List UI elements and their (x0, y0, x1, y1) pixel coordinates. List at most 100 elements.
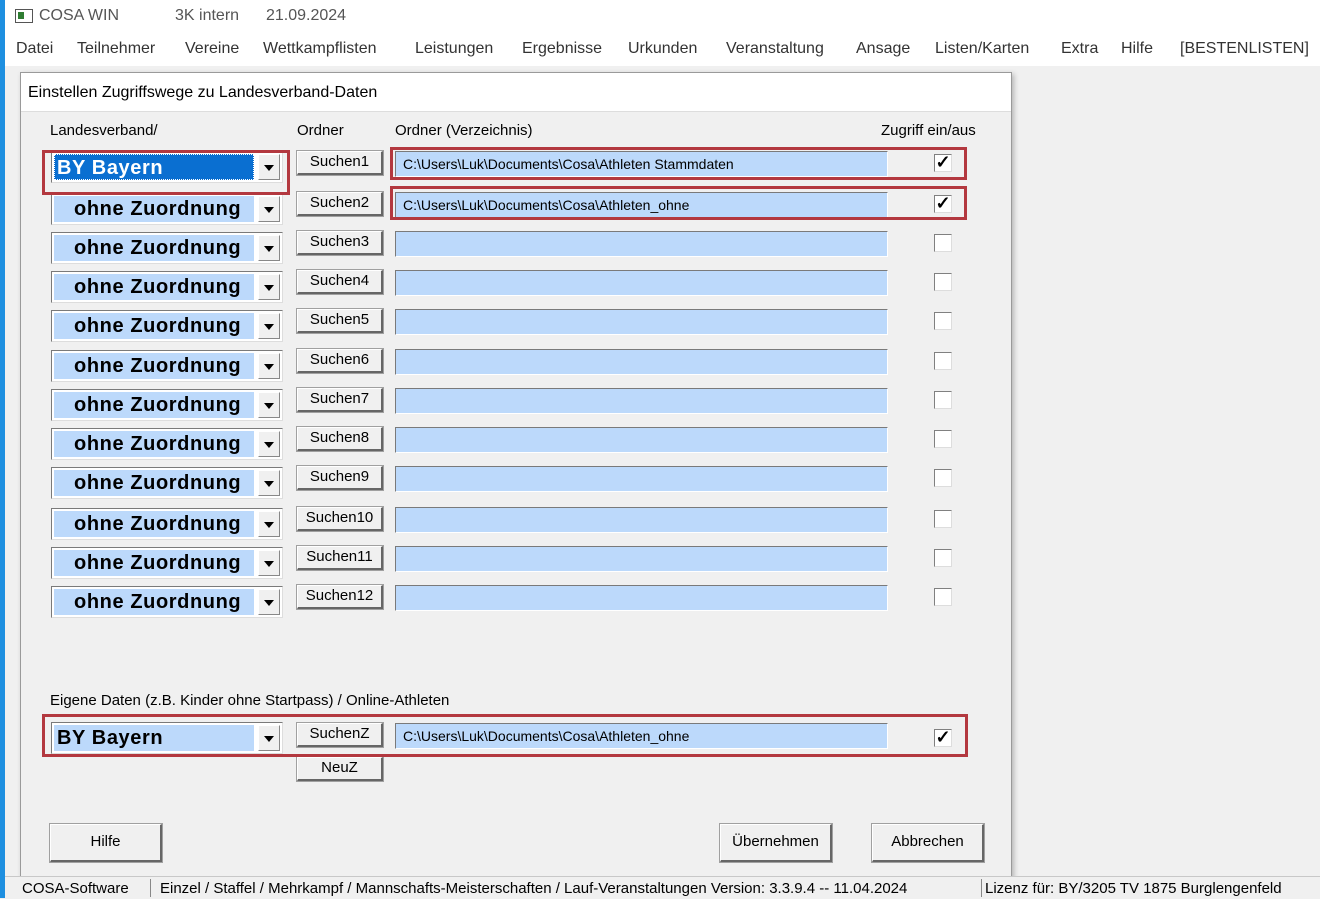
access-checkbox-4[interactable] (934, 273, 952, 291)
suchen-button-9[interactable]: Suchen9 (296, 465, 384, 491)
verband-value-4: ohne Zuordnung (54, 274, 254, 300)
suchen-button-7[interactable]: Suchen7 (296, 387, 384, 413)
access-checkbox-5[interactable] (934, 312, 952, 330)
verband-select-9[interactable]: ohne Zuordnung (51, 467, 283, 499)
title-bar: COSA WIN 3K intern 21.09.2024 (5, 0, 1320, 32)
verband-select-1[interactable]: BY Bayern (51, 151, 283, 183)
verband-value-7: ohne Zuordnung (54, 392, 254, 418)
verband-select-4[interactable]: ohne Zuordnung (51, 271, 283, 303)
menu-wettkampflisten[interactable]: Wettkampflisten (263, 40, 377, 58)
own-data-access-checkbox[interactable]: ✓ (934, 728, 952, 747)
access-checkbox-6[interactable] (934, 352, 952, 370)
verband-value-9: ohne Zuordnung (54, 470, 254, 496)
suchen-button-1[interactable]: Suchen1 (296, 150, 384, 176)
status-company: COSA-Software (22, 880, 129, 897)
apply-button[interactable]: Übernehmen (719, 823, 833, 863)
path-field-12[interactable] (395, 585, 888, 611)
access-checkbox-10[interactable] (934, 510, 952, 528)
chevron-down-icon[interactable] (258, 550, 280, 576)
help-button[interactable]: Hilfe (49, 823, 163, 863)
suchen-button-12[interactable]: Suchen12 (296, 584, 384, 610)
suchen-button-8[interactable]: Suchen8 (296, 426, 384, 452)
path-field-5[interactable] (395, 309, 888, 335)
chevron-down-icon[interactable] (258, 431, 280, 457)
chevron-down-icon[interactable] (258, 235, 280, 261)
verband-select-10[interactable]: ohne Zuordnung (51, 508, 283, 540)
chevron-down-icon[interactable] (258, 725, 280, 751)
chevron-down-icon[interactable] (258, 274, 280, 300)
header-verzeichnis: Ordner (Verzeichnis) (395, 122, 533, 139)
menu-bestenlisten[interactable]: [BESTENLISTEN] (1180, 40, 1309, 58)
chevron-down-icon[interactable] (258, 511, 280, 537)
dialog-title-bar: Einstellen Zugriffswege zu Landesverband… (21, 73, 1011, 112)
menu-teilnehmer[interactable]: Teilnehmer (77, 40, 155, 58)
path-field-7[interactable] (395, 388, 888, 414)
own-data-verband-value: BY Bayern (54, 725, 254, 751)
chevron-down-icon[interactable] (258, 196, 280, 222)
verband-select-7[interactable]: ohne Zuordnung (51, 389, 283, 421)
verband-value-2: ohne Zuordnung (54, 196, 254, 222)
menu-urkunden[interactable]: Urkunden (628, 40, 697, 58)
menu-vereine[interactable]: Vereine (185, 40, 239, 58)
cancel-button[interactable]: Abbrechen (871, 823, 985, 863)
verband-value-8: ohne Zuordnung (54, 431, 254, 457)
chevron-down-icon[interactable] (258, 589, 280, 615)
chevron-down-icon[interactable] (258, 470, 280, 496)
header-landesverband: Landesverband/ (50, 122, 158, 139)
suchen-button-3[interactable]: Suchen3 (296, 230, 384, 256)
menu-ansage[interactable]: Ansage (856, 40, 910, 58)
access-checkbox-9[interactable] (934, 469, 952, 487)
path-field-11[interactable] (395, 546, 888, 572)
path-field-10[interactable] (395, 507, 888, 533)
chevron-down-icon[interactable] (258, 353, 280, 379)
verband-value-10: ohne Zuordnung (54, 511, 254, 537)
verband-select-12[interactable]: ohne Zuordnung (51, 586, 283, 618)
access-checkbox-2[interactable]: ✓ (934, 194, 952, 213)
path-field-2[interactable]: C:\Users\Luk\Documents\Cosa\Athleten_ohn… (395, 192, 888, 218)
path-field-4[interactable] (395, 270, 888, 296)
verband-select-2[interactable]: ohne Zuordnung (51, 193, 283, 225)
suchen-button-5[interactable]: Suchen5 (296, 308, 384, 334)
menu-leistungen[interactable]: Leistungen (415, 40, 493, 58)
suchen-button-4[interactable]: Suchen4 (296, 269, 384, 295)
verband-select-3[interactable]: ohne Zuordnung (51, 232, 283, 264)
chevron-down-icon[interactable] (258, 154, 280, 180)
own-data-verband-select[interactable]: BY Bayern (51, 722, 283, 754)
dialog-title: Einstellen Zugriffswege zu Landesverband… (28, 84, 378, 101)
suchen-button-11[interactable]: Suchen11 (296, 545, 384, 571)
access-paths-dialog: Einstellen Zugriffswege zu Landesverband… (20, 72, 1012, 878)
access-checkbox-11[interactable] (934, 549, 952, 567)
chevron-down-icon[interactable] (258, 313, 280, 339)
verband-value-6: ohne Zuordnung (54, 353, 254, 379)
verband-select-11[interactable]: ohne Zuordnung (51, 547, 283, 579)
menu-ergebnisse[interactable]: Ergebnisse (522, 40, 602, 58)
menu-veranstaltung[interactable]: Veranstaltung (726, 40, 824, 58)
suchen-z-button[interactable]: SuchenZ (296, 722, 384, 748)
verband-select-5[interactable]: ohne Zuordnung (51, 310, 283, 342)
suchen-button-6[interactable]: Suchen6 (296, 348, 384, 374)
chevron-down-icon[interactable] (258, 392, 280, 418)
verband-value-12: ohne Zuordnung (54, 589, 254, 615)
path-field-9[interactable] (395, 466, 888, 492)
verband-select-8[interactable]: ohne Zuordnung (51, 428, 283, 460)
own-data-path-field[interactable]: C:\Users\Luk\Documents\Cosa\Athleten_ohn… (395, 723, 888, 749)
verband-select-6[interactable]: ohne Zuordnung (51, 350, 283, 382)
access-checkbox-3[interactable] (934, 234, 952, 252)
own-data-label: Eigene Daten (z.B. Kinder ohne Startpass… (50, 692, 450, 709)
neu-z-button[interactable]: NeuZ (296, 756, 384, 782)
menu-extra[interactable]: Extra (1061, 40, 1098, 58)
menu-listen-karten[interactable]: Listen/Karten (935, 40, 1029, 58)
status-bar: COSA-Software Einzel / Staffel / Mehrkam… (5, 876, 1320, 899)
access-checkbox-12[interactable] (934, 588, 952, 606)
path-field-8[interactable] (395, 427, 888, 453)
suchen-button-2[interactable]: Suchen2 (296, 191, 384, 217)
access-checkbox-8[interactable] (934, 430, 952, 448)
access-checkbox-7[interactable] (934, 391, 952, 409)
path-field-3[interactable] (395, 231, 888, 257)
suchen-button-10[interactable]: Suchen10 (296, 506, 384, 532)
menu-hilfe[interactable]: Hilfe (1121, 40, 1153, 58)
menu-datei[interactable]: Datei (16, 40, 53, 58)
access-checkbox-1[interactable]: ✓ (934, 153, 952, 172)
path-field-6[interactable] (395, 349, 888, 375)
path-field-1[interactable]: C:\Users\Luk\Documents\Cosa\Athleten Sta… (395, 151, 888, 177)
